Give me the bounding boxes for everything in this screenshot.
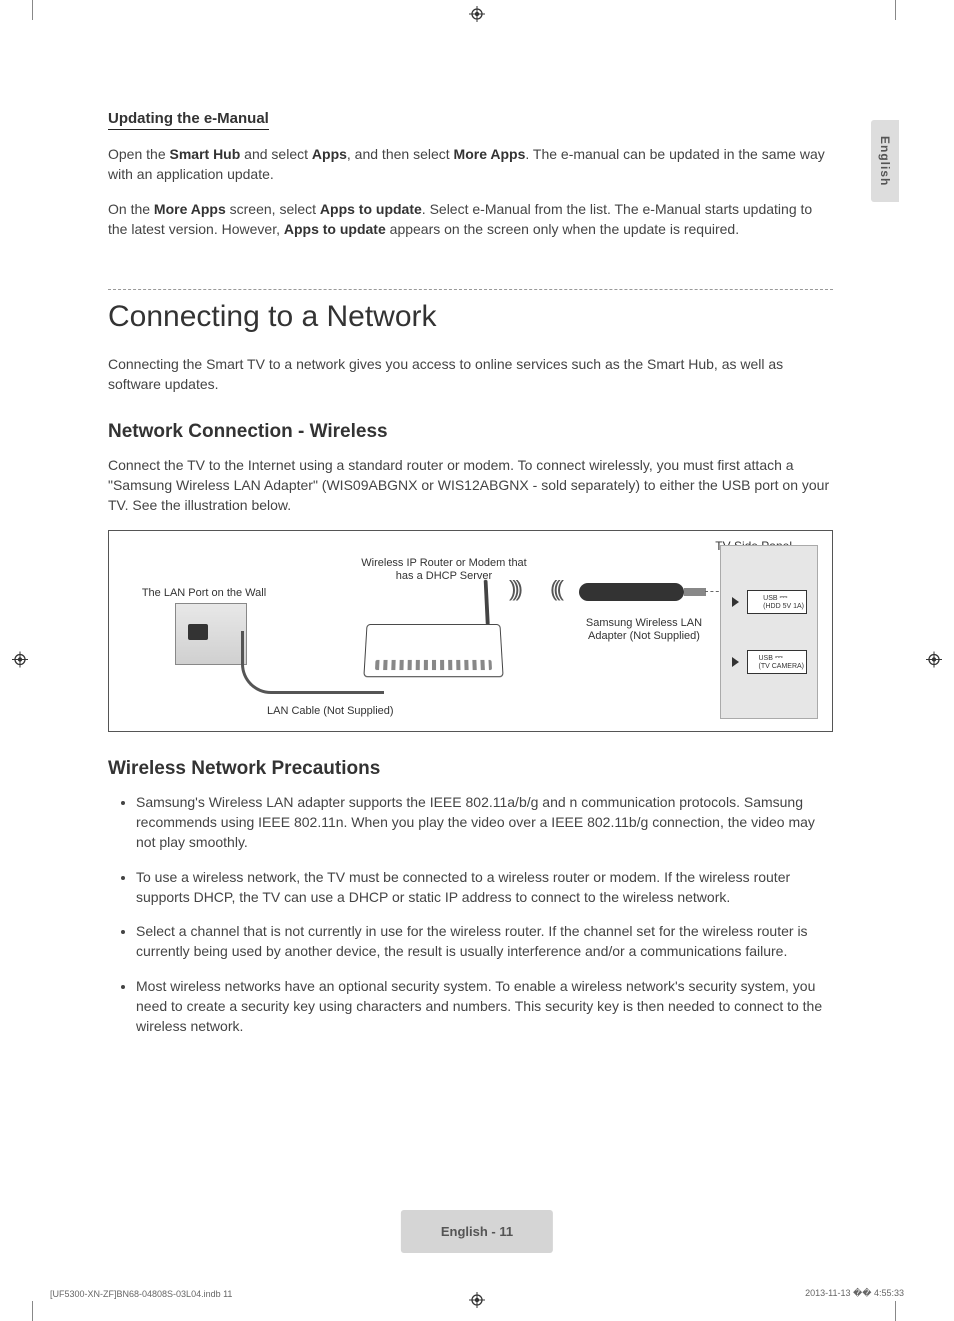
list-item: Select a channel that is not currently i… — [136, 921, 833, 962]
wifi-waves-icon: ))) — [509, 576, 519, 602]
precautions-heading: Wireless Network Precautions — [108, 758, 833, 780]
language-tab-label: English — [878, 136, 892, 186]
usb-port-2: USB ⎓(TV CAMERA) — [747, 650, 807, 674]
lan-cable-label: LAN Cable (Not Supplied) — [267, 705, 394, 718]
language-tab: English — [871, 120, 899, 202]
registration-mark-icon — [469, 1292, 485, 1311]
page-content: Updating the e-Manual Open the Smart Hub… — [108, 110, 833, 1051]
wall-port-label: The LAN Port on the Wall — [129, 587, 279, 600]
registration-mark-icon — [12, 651, 28, 670]
crop-mark — [32, 1301, 33, 1321]
registration-mark-icon — [926, 651, 942, 670]
arrow-right-icon — [732, 657, 739, 667]
registration-mark-icon — [469, 6, 485, 25]
usb-port-1: USB ⎓(HDD 5V 1A) — [747, 590, 807, 614]
crop-mark — [32, 0, 33, 20]
wireless-heading: Network Connection - Wireless — [108, 421, 833, 443]
lan-cable-icon — [241, 631, 384, 694]
list-item: Samsung's Wireless LAN adapter supports … — [136, 792, 833, 853]
updating-paragraph-1: Open the Smart Hub and select Apps, and … — [108, 144, 833, 185]
page-number: English - 11 — [401, 1210, 553, 1253]
section-intro: Connecting the Smart TV to a network giv… — [108, 354, 833, 395]
connection-diagram: TV Side Panel The LAN Port on the Wall L… — [108, 530, 833, 732]
updating-heading: Updating the e-Manual — [108, 110, 269, 130]
crop-mark — [895, 1301, 896, 1321]
doc-footer-right: 2013-11-13 �� 4:55:33 — [805, 1288, 904, 1299]
wall-port-icon — [175, 603, 247, 665]
section-title: Connecting to a Network — [108, 300, 833, 334]
crop-mark — [895, 0, 896, 20]
usb-icon: ⎓ — [775, 652, 783, 663]
section-divider — [108, 289, 833, 290]
doc-footer-left: [UF5300-XN-ZF]BN68-04808S-03L04.indb 11 — [50, 1289, 232, 1299]
router-icon — [363, 624, 503, 677]
wlan-adapter-label: Samsung Wireless LAN Adapter (Not Suppli… — [584, 617, 704, 643]
wireless-desc: Connect the TV to the Internet using a s… — [108, 455, 833, 516]
wifi-waves-icon: ))) — [554, 576, 564, 602]
router-label: Wireless IP Router or Modem that has a D… — [359, 557, 529, 583]
updating-paragraph-2: On the More Apps screen, select Apps to … — [108, 199, 833, 240]
usb-icon: ⎓ — [780, 592, 788, 603]
tv-side-panel-icon: USB ⎓(HDD 5V 1A) USB ⎓(TV CAMERA) — [720, 545, 818, 719]
precautions-list: Samsung's Wireless LAN adapter supports … — [108, 792, 833, 1037]
arrow-right-icon — [732, 597, 739, 607]
list-item: To use a wireless network, the TV must b… — [136, 867, 833, 908]
wlan-adapter-icon — [579, 583, 684, 601]
list-item: Most wireless networks have an optional … — [136, 976, 833, 1037]
